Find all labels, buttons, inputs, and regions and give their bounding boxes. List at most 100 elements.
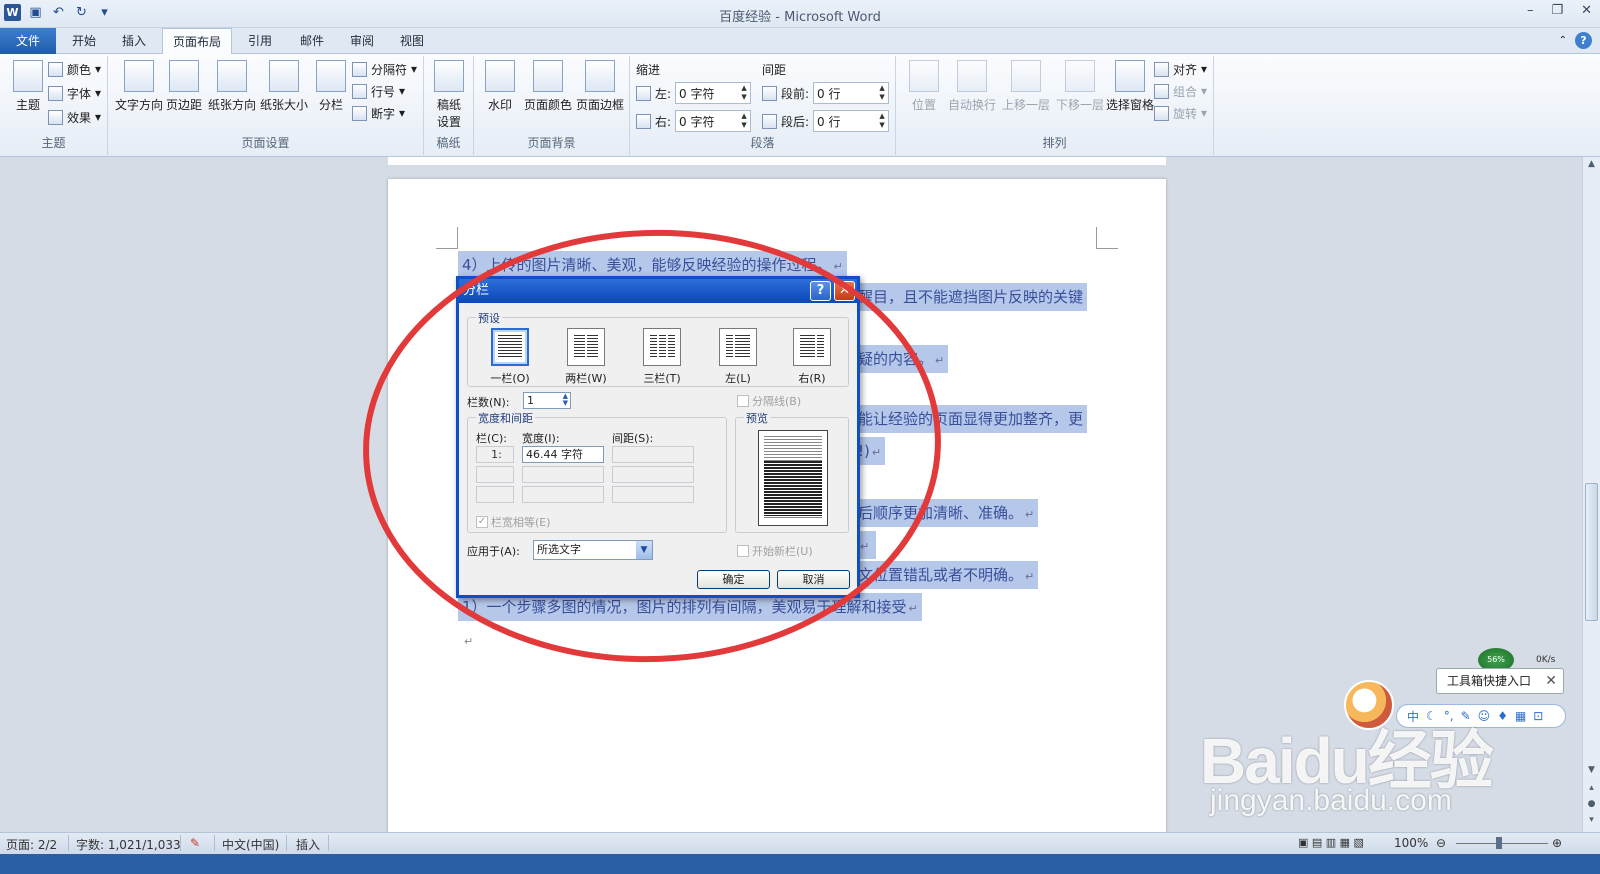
width-row1-input[interactable]: 46.44 字符	[522, 446, 604, 463]
chevron-down-icon[interactable]: ▼	[636, 541, 652, 559]
bring-forward-button[interactable]: 上移一层	[1000, 60, 1052, 113]
ok-button[interactable]: 确定	[697, 570, 770, 589]
scroll-down-icon[interactable]: ▼	[1583, 765, 1600, 775]
zoom-slider[interactable]	[1456, 843, 1548, 844]
theme-colors-button[interactable]: 颜色 ▾	[48, 58, 101, 80]
selection-pane-button[interactable]: 选择窗格	[1104, 60, 1156, 113]
close-icon[interactable]: ✕	[1581, 3, 1592, 18]
page-color-button[interactable]: 页面颜色	[522, 60, 574, 113]
doc-line[interactable]: 醒目，且不能遮挡图片反映的关键	[854, 283, 1088, 311]
num-cols-spinner[interactable]: ▲ ▼	[563, 393, 568, 407]
tab-review[interactable]: 审阅	[342, 28, 382, 54]
rotate-button[interactable]: 旋转 ▾	[1154, 102, 1207, 124]
draft-settings-button[interactable]: 稿纸 设置	[424, 60, 474, 130]
breaks-button[interactable]: 分隔符 ▾	[352, 58, 417, 80]
doc-line[interactable]: 文位置错乱或者不明确。 ↵	[854, 561, 1039, 589]
indent-left-spinner[interactable]: ▲ ▼	[738, 84, 750, 102]
doc-line[interactable]: 能让经验的页面显得更加整齐，更	[854, 405, 1088, 433]
width-spacing-section: 宽度和间距 栏(C): 宽度(I): 间距(S): 1: 46.44 字符 ✓ 栏…	[467, 410, 727, 533]
indent-right-input[interactable]: 0 字符 ▲ ▼	[675, 110, 752, 132]
close-icon[interactable]: ✕	[1545, 669, 1557, 693]
toolbox-popup[interactable]: 工具箱快捷入口 ✕	[1436, 668, 1564, 694]
columns-button[interactable]: 分栏	[312, 60, 350, 113]
send-backward-button[interactable]: 下移一层	[1054, 60, 1106, 113]
scroll-up-icon[interactable]: ▲	[1583, 159, 1600, 169]
group-objects-button[interactable]: 组合 ▾	[1154, 80, 1207, 102]
preset-two[interactable]: 两栏(W)	[564, 328, 608, 386]
indent-left-input[interactable]: 0 字符 ▲ ▼	[675, 82, 752, 104]
equal-width-checkbox[interactable]: ✓ 栏宽相等(E)	[476, 514, 551, 530]
col-header: 栏(C):	[476, 432, 507, 445]
tab-mailings[interactable]: 邮件	[292, 28, 332, 54]
help-icon[interactable]: ?	[1575, 32, 1592, 49]
indent-left-row: 左: 0 字符 ▲ ▼	[636, 82, 752, 104]
tab-home[interactable]: 开始	[64, 28, 104, 54]
text-direction-button[interactable]: 文字方向	[114, 60, 164, 113]
doc-line[interactable]: 4）上传的图片清晰、美观，能够反映经验的操作过程。 ↵	[458, 251, 847, 279]
rotate-icon	[1154, 105, 1169, 121]
preset-right[interactable]: 右(R)	[790, 328, 834, 386]
scrollbar-thumb[interactable]	[1585, 483, 1598, 621]
collapse-ribbon-icon[interactable]: ⌃	[1559, 35, 1567, 46]
doc-line[interactable]: 疑的内容。 ↵	[854, 345, 949, 373]
size-button[interactable]: 纸张大小	[258, 60, 310, 113]
divider-checkbox[interactable]: 分隔线(B)	[737, 393, 801, 409]
margins-button[interactable]: 页边距	[164, 60, 204, 113]
grid-icon[interactable]: ▦	[1515, 709, 1526, 723]
apply-to-select[interactable]: 所选文字 ▼	[533, 540, 653, 560]
orientation-button[interactable]: 纸张方向	[206, 60, 258, 113]
cancel-button[interactable]: 取消	[777, 570, 850, 589]
page-count[interactable]: 页面: 2/2	[6, 836, 57, 853]
effects-icon	[48, 109, 63, 125]
width-row3-input	[522, 486, 604, 503]
minimize-icon[interactable]: –	[1527, 3, 1534, 18]
theme-effects-button[interactable]: 效果 ▾	[48, 106, 101, 128]
browse-object-icon[interactable]: ●	[1583, 799, 1600, 809]
spacing-before-spinner[interactable]: ▲ ▼	[876, 84, 888, 102]
language[interactable]: 中文(中国)	[222, 836, 279, 853]
restore-icon[interactable]: ❐	[1551, 3, 1563, 18]
page-color-icon	[533, 60, 563, 92]
theme-fonts-button[interactable]: 字体 ▾	[48, 82, 101, 104]
proofing-icon[interactable]: ✎	[190, 836, 200, 850]
view-buttons[interactable]: ▣ ▤ ▥ ▦ ▧	[1298, 836, 1364, 849]
align-button[interactable]: 对齐 ▾	[1154, 58, 1207, 80]
prev-page-icon[interactable]: ▴	[1583, 783, 1600, 793]
page-borders-button[interactable]: 页面边框	[574, 60, 626, 113]
indent-right-spinner[interactable]: ▲ ▼	[738, 112, 750, 130]
tab-file[interactable]: 文件	[0, 28, 56, 54]
preset-three[interactable]: 三栏(T)	[640, 328, 684, 386]
tab-references[interactable]: 引用	[240, 28, 280, 54]
spacing-before-input[interactable]: 0 行 ▲ ▼	[813, 82, 890, 104]
wrap-text-button[interactable]: 自动换行	[946, 60, 998, 113]
preset-left[interactable]: 左(L)	[716, 328, 760, 386]
theme-button[interactable]: 主题	[2, 60, 54, 113]
next-page-icon[interactable]: ▾	[1583, 815, 1600, 825]
zoom-slider-thumb[interactable]	[1496, 837, 1502, 849]
new-column-checkbox[interactable]: 开始新栏(U)	[737, 543, 813, 559]
lock-icon[interactable]: ⊡	[1533, 709, 1543, 723]
vertical-scrollbar[interactable]: ▲ ▼ ▴ ● ▾	[1582, 157, 1600, 832]
presets-label: 预设	[476, 310, 502, 326]
line-numbers-button[interactable]: 行号 ▾	[352, 80, 405, 102]
zoom-in-icon[interactable]: ⊕	[1552, 836, 1562, 850]
preset-one[interactable]: 一栏(O)	[488, 328, 532, 386]
watermark-button[interactable]: 水印	[478, 60, 522, 113]
zoom-level[interactable]: 100%	[1394, 836, 1428, 850]
spacing-after-spinner[interactable]: ▲ ▼	[876, 112, 888, 130]
dialog-title-bar[interactable]: 分栏 ? ✕	[459, 279, 857, 303]
word-count[interactable]: 字数: 1,021/1,033	[76, 836, 181, 853]
tab-view[interactable]: 视图	[392, 28, 432, 54]
tab-page-layout[interactable]: 页面布局	[162, 28, 232, 55]
insert-mode[interactable]: 插入	[296, 836, 320, 853]
zoom-out-icon[interactable]: ⊖	[1436, 836, 1446, 850]
dialog-close-icon[interactable]: ✕	[834, 281, 855, 301]
spacing-after-input[interactable]: 0 行 ▲ ▼	[813, 110, 890, 132]
num-cols-input[interactable]: 1 ▲ ▼	[523, 392, 571, 409]
position-button[interactable]: 位置	[902, 60, 946, 113]
preset-right-icon	[793, 328, 831, 366]
dialog-help-icon[interactable]: ?	[810, 281, 831, 301]
hyphenation-button[interactable]: 断字 ▾	[352, 102, 405, 124]
tab-insert[interactable]: 插入	[114, 28, 154, 54]
doc-line[interactable]: 后顺序更加清晰、准确。 ↵	[854, 499, 1039, 527]
